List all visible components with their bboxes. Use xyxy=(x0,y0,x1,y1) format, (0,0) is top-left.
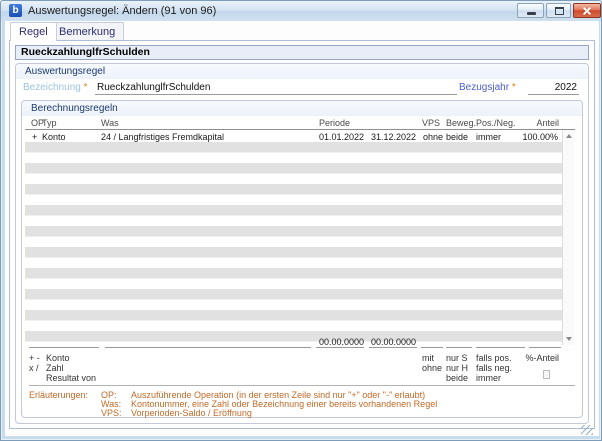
col-header-was: Was xyxy=(101,118,119,128)
group-title-berechnungsregeln: Berechnungsregeln xyxy=(31,103,118,114)
scroll-up-icon[interactable] xyxy=(566,134,572,138)
cell-op: + xyxy=(32,132,38,142)
cell-periode-von: 01.01.2022 xyxy=(319,132,365,142)
legend-beweg-3: beide xyxy=(446,373,469,383)
rule-name-header: RueckzahlunglfrSchulden xyxy=(15,45,589,60)
close-button[interactable] xyxy=(573,3,601,18)
col-header-typ: Typ xyxy=(42,118,57,128)
maximize-icon xyxy=(554,7,564,15)
legend-beweg-2: nur H xyxy=(446,363,469,373)
scroll-down-icon[interactable] xyxy=(566,336,572,341)
legend-typ-3: Resultat von xyxy=(46,373,97,383)
window-title: Auswertungsregel: Ändern (91 von 96) xyxy=(28,5,217,17)
entry-was-field[interactable] xyxy=(105,337,311,348)
entry-periode-von-field[interactable]: 00.00.0000 xyxy=(316,337,364,348)
col-header-periode: Periode xyxy=(319,118,351,128)
legend-vps-2: ohne xyxy=(422,363,443,373)
legend-typ-1: Konto xyxy=(46,353,70,363)
legend-beweg-1: nur S xyxy=(446,353,468,363)
entry-periode-bis-field[interactable]: 00.00.0000 xyxy=(369,337,417,348)
note-term-vps: VPS: xyxy=(101,408,122,418)
bezugsjahr-label: Bezugsjahr * xyxy=(459,82,516,93)
notes-divider xyxy=(29,385,575,386)
table-scrollbar[interactable] xyxy=(562,130,574,345)
bezeichnung-label: Bezeichnung * xyxy=(23,82,88,93)
note-text-vps: Vorperioden-Saldo / Eröffnung xyxy=(131,408,252,418)
entry-beweg-field[interactable] xyxy=(446,337,472,348)
entry-op-field[interactable] xyxy=(29,337,99,348)
required-mark: * xyxy=(511,82,516,93)
title-bar[interactable]: b Auswertungsregel: Ändern (91 von 96) xyxy=(1,1,601,21)
bezeichnung-input[interactable]: RueckzahlunglfrSchulden xyxy=(95,82,457,95)
entry-posneg-field[interactable] xyxy=(476,337,525,348)
cell-vps: ohne xyxy=(423,132,444,142)
group-title-auswertungsregel: Auswertungsregel xyxy=(25,66,106,77)
anteil-mini-input[interactable] xyxy=(543,370,550,379)
table-empty-rows[interactable] xyxy=(25,141,562,345)
col-header-anteil: Anteil xyxy=(536,118,559,128)
legend-vps-1: mit xyxy=(422,353,434,363)
resize-grip-icon[interactable] xyxy=(581,425,593,435)
cell-was: 24 / Langfristiges Fremdkapital xyxy=(101,132,225,142)
entry-anteil-field[interactable] xyxy=(529,337,561,348)
bezugsjahr-input[interactable]: 2022 xyxy=(528,82,579,95)
maximize-button[interactable] xyxy=(546,3,571,18)
cell-anteil: 100.00% xyxy=(522,132,558,142)
legend-op-1: + - xyxy=(29,353,40,363)
entry-vps-field[interactable] xyxy=(421,337,443,348)
legend-posneg-2: falls neg. xyxy=(476,363,513,373)
legend-typ-2: Zahl xyxy=(46,363,64,373)
minimize-icon xyxy=(526,12,536,15)
app-icon: b xyxy=(9,4,22,17)
tab-regel[interactable]: Regel xyxy=(10,22,57,41)
legend-posneg-3: immer xyxy=(476,373,501,383)
col-header-beweg: Beweg. xyxy=(446,118,477,128)
notes-label: Erläuterungen: xyxy=(29,390,89,400)
minimize-button[interactable] xyxy=(517,3,544,18)
cell-periode-bis: 31.12.2022 xyxy=(371,132,417,142)
cell-beweg: beide xyxy=(446,132,469,142)
table-row[interactable]: + Konto 24 / Langfristiges Fremdkapital … xyxy=(25,130,562,142)
app-window: b Auswertungsregel: Ändern (91 von 96) R… xyxy=(0,0,602,441)
legend-op-2: x / xyxy=(29,363,39,373)
required-mark: * xyxy=(83,82,88,93)
legend-anteil: %-Anteil xyxy=(525,353,559,363)
tab-bemerkung[interactable]: Bemerkung xyxy=(50,22,125,41)
col-header-vps: VPS xyxy=(422,118,441,128)
cell-typ: Konto xyxy=(42,132,66,142)
